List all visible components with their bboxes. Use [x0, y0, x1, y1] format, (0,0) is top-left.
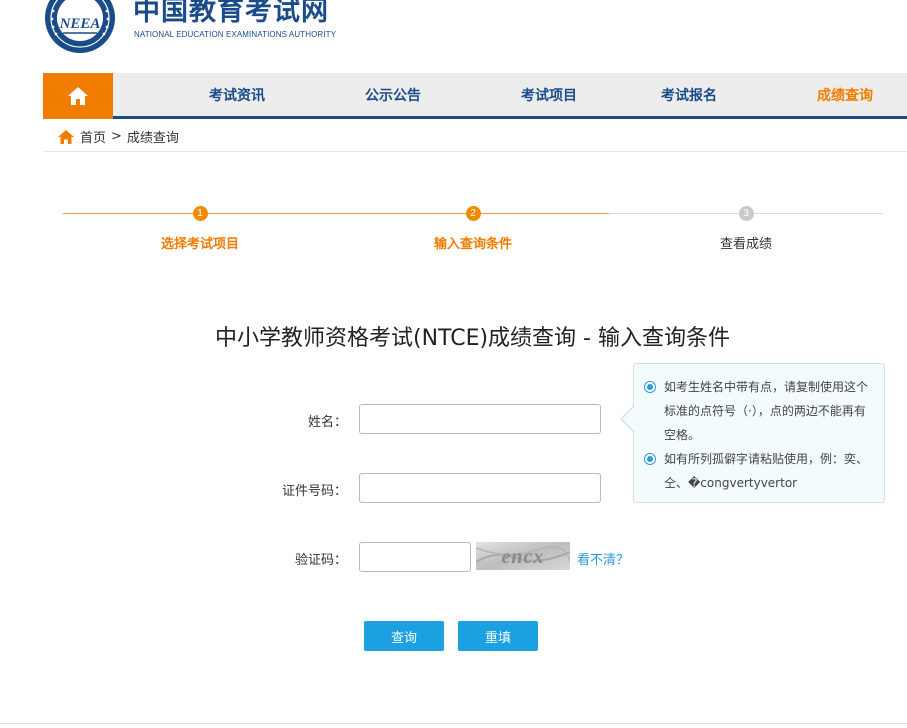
nav-item-exam-projects[interactable]: 考试项目: [521, 73, 577, 119]
step-number: 3: [738, 206, 754, 221]
step-number: 2: [465, 206, 481, 221]
bullet-icon: [644, 381, 656, 393]
name-label: 姓名：: [307, 415, 347, 430]
breadcrumb-current: 成绩查询: [126, 131, 179, 146]
emblem-text: NEEA: [59, 16, 101, 32]
breadcrumb-separator: >: [111, 129, 122, 144]
breadcrumb: 首页 > 成绩查询: [43, 122, 907, 152]
step-enter-conditions: 2 输入查询条件: [393, 205, 553, 252]
step-label: 选择考试项目: [160, 237, 239, 252]
bullet-icon: [644, 453, 656, 465]
step-number: 1: [192, 206, 208, 221]
captcha-label: 验证码：: [294, 553, 347, 568]
tip-arrow-fill: [622, 407, 634, 431]
name-input[interactable]: [359, 404, 601, 434]
nav-home-button[interactable]: [43, 73, 113, 119]
tip-item: 如有所列孤僻字请粘贴使用，例：奕、仝、�congvertyvertor: [644, 447, 874, 495]
step-label: 查看成绩: [719, 237, 772, 252]
captcha-image[interactable]: encx: [476, 542, 570, 570]
nav-item-exam-news[interactable]: 考试资讯: [209, 73, 265, 119]
site-subtitle: NATIONAL EDUCATION EXAMINATIONS AUTHORIT…: [134, 30, 337, 39]
home-icon: [68, 87, 88, 105]
captcha-refresh-link[interactable]: 看不清？: [577, 549, 629, 568]
input-tips-box: 如考生姓名中带有点，请复制使用这个标准的点符号（·），点的两边不能再有空格。 如…: [633, 363, 885, 503]
site-title: 中国教育考试网: [133, 0, 329, 27]
captcha-text: encx: [502, 546, 545, 568]
id-number-label: 证件号码：: [281, 484, 347, 499]
home-icon: [58, 129, 74, 144]
breadcrumb-home-link[interactable]: 首页: [80, 127, 106, 146]
captcha-input[interactable]: [359, 542, 471, 572]
nav-item-score-query[interactable]: 成绩查询: [817, 73, 873, 119]
step-select-exam: 1 选择考试项目: [120, 205, 280, 252]
main-nav: 考试资讯 公示公告 考试项目 考试报名 成绩查询: [43, 73, 907, 119]
progress-steps: 1 选择考试项目 2 输入查询条件 3 查看成绩: [63, 205, 883, 255]
site-logo[interactable]: NEEA 中国教育考试网 NATIONAL EDUCATION EXAMINAT…: [43, 0, 363, 55]
nav-item-exam-registration[interactable]: 考试报名: [661, 73, 717, 119]
step-view-score: 3 查看成绩: [666, 205, 826, 252]
id-number-input[interactable]: [359, 473, 601, 503]
step-label: 输入查询条件: [433, 237, 512, 252]
reset-button[interactable]: 重填: [458, 621, 538, 651]
submit-query-button[interactable]: 查询: [364, 621, 444, 651]
page-title: 中小学教师资格考试(NTCE)成绩查询 - 输入查询条件: [215, 326, 730, 351]
footer-divider: [0, 723, 907, 724]
neea-emblem-icon: NEEA: [43, 0, 117, 55]
nav-item-announcements[interactable]: 公示公告: [365, 73, 421, 119]
tip-item: 如考生姓名中带有点，请复制使用这个标准的点符号（·），点的两边不能再有空格。: [644, 375, 874, 447]
